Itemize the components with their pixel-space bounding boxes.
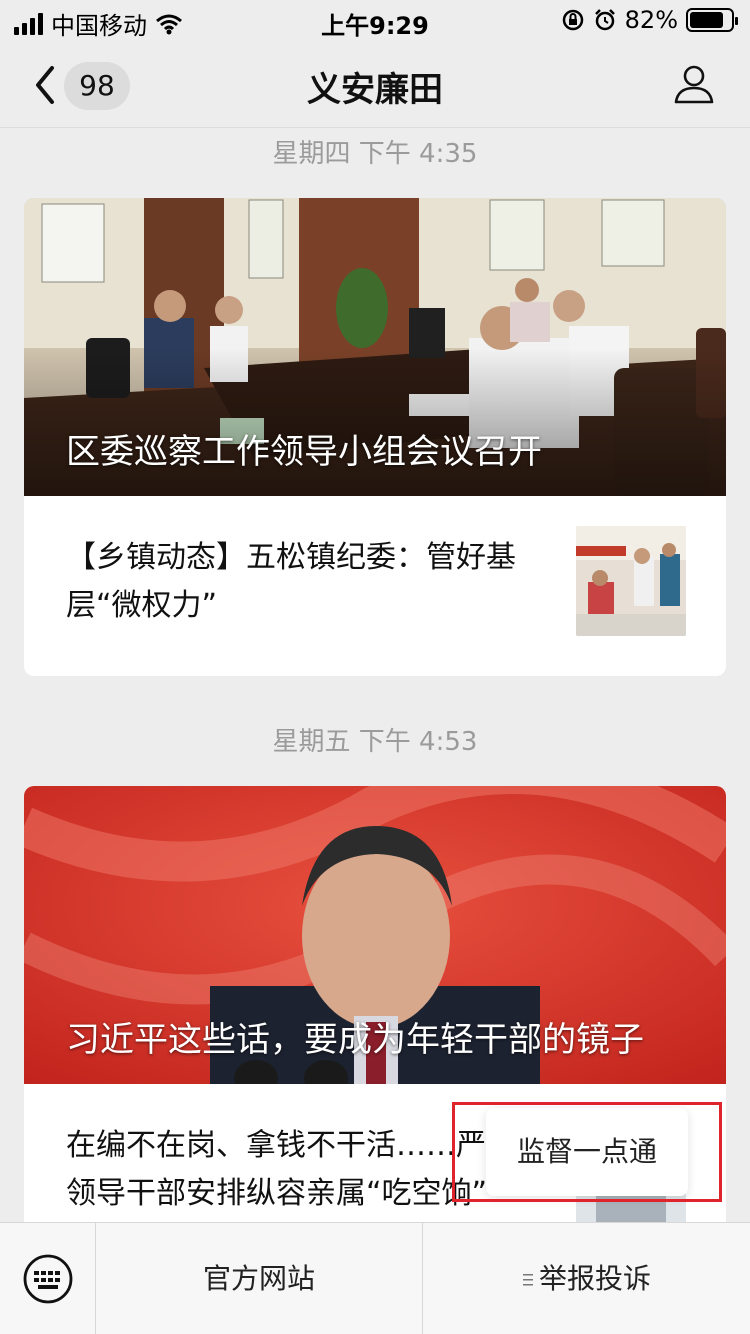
battery-percent: 82% xyxy=(624,6,678,34)
keyboard-icon xyxy=(23,1254,73,1304)
status-bar: 中国移动 上午9:29 82% xyxy=(0,0,750,40)
article-hero[interactable]: 区委巡察工作领导小组会议召开 xyxy=(24,198,726,496)
battery-icon xyxy=(686,8,738,32)
article-title: 【乡镇动态】五松镇纪委：管好基层“微权力” xyxy=(66,540,516,623)
message-timestamp: 星期四 下午 4:35 xyxy=(272,139,478,169)
menu-report-label: 举报投诉 xyxy=(538,1262,651,1295)
article-hero[interactable]: 习近平这些话，要成为年轻干部的镜子 xyxy=(24,786,726,1084)
bottom-menu-bar: 官方网站 举报投诉 xyxy=(0,1222,750,1334)
article-headline: 习近平这些话，要成为年轻干部的镜子 xyxy=(66,1020,644,1060)
nav-bar: 98 义安廉田 xyxy=(0,40,750,128)
alarm-icon xyxy=(594,9,615,31)
profile-icon[interactable] xyxy=(672,62,716,106)
article-thumbnail xyxy=(576,526,686,636)
message-feed: 星期四 下午 4:35 区委巡察工作领导小组会议召开 【乡镇动态】五松镇纪委：管… xyxy=(0,128,750,1222)
menu-report-complaint[interactable]: 举报投诉 xyxy=(424,1223,750,1334)
article-list-item[interactable]: 【乡镇动态】五松镇纪委：管好基层“微权力” xyxy=(24,496,726,676)
submenu-item-supervision[interactable]: 监督一点通 xyxy=(486,1108,688,1196)
menu-list-icon xyxy=(522,1274,533,1286)
article-title: 在编不在岗、拿钱不干活……严禁领导干部安排纵容亲属“吃空饷” xyxy=(66,1128,516,1211)
message-timestamp: 星期五 下午 4:53 xyxy=(272,727,478,757)
keyboard-toggle-button[interactable] xyxy=(0,1223,96,1334)
menu-official-website[interactable]: 官方网站 xyxy=(96,1223,423,1334)
article-card: 区委巡察工作领导小组会议召开 【乡镇动态】五松镇纪委：管好基层“微权力” xyxy=(24,198,726,676)
article-headline: 区委巡察工作领导小组会议召开 xyxy=(66,432,542,472)
page-title: 义安廉田 xyxy=(307,70,443,110)
orientation-lock-icon xyxy=(562,9,583,31)
